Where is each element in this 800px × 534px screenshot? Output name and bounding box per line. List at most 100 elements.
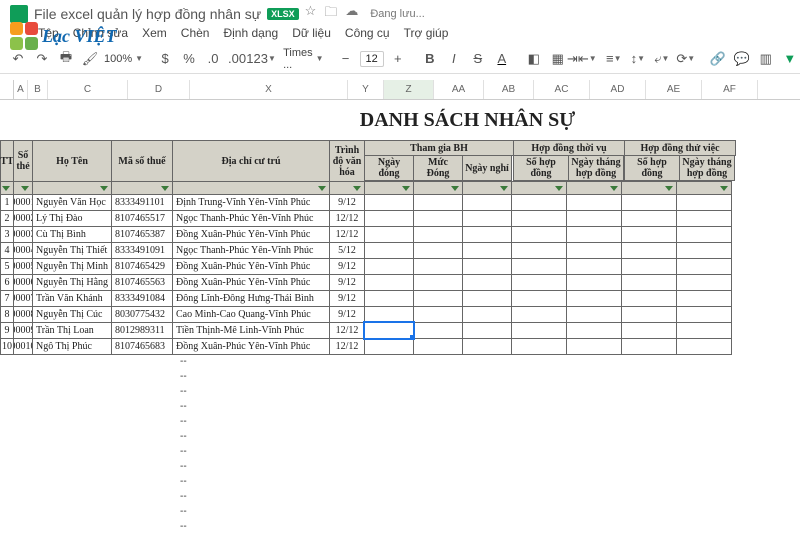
cell[interactable]: Ngô Thị Phúc (32, 338, 112, 355)
menu-help[interactable]: Trợ giúp (404, 26, 449, 40)
cell[interactable]: Trần Thị Loan (32, 322, 112, 339)
cell[interactable]: 8107465563 (111, 274, 173, 291)
filter-cell[interactable] (0, 181, 14, 195)
cell[interactable] (511, 338, 567, 355)
cell[interactable] (413, 194, 463, 211)
cell[interactable] (676, 322, 732, 339)
italic-icon[interactable]: I (444, 48, 464, 70)
text-color-icon[interactable]: A (492, 48, 512, 70)
fontsize-input[interactable]: 12 (360, 51, 384, 67)
cell[interactable] (413, 290, 463, 307)
cell[interactable]: 2 (0, 210, 14, 227)
star-icon[interactable]: ☆ (305, 3, 317, 25)
cell[interactable]: 8030775432 (111, 306, 173, 323)
cell[interactable]: 00002 (13, 210, 33, 227)
fontsize-inc[interactable]: + (388, 48, 408, 70)
filter-cell[interactable] (13, 181, 33, 195)
cell[interactable] (413, 274, 463, 291)
cell[interactable] (566, 258, 622, 275)
cell[interactable]: 8012989311 (111, 322, 173, 339)
rotate-icon[interactable]: ⟳▼ (676, 48, 696, 70)
print-icon[interactable]: 🖶 (56, 48, 76, 70)
decimal-inc-icon[interactable]: .00 (227, 48, 247, 70)
filter-cell[interactable] (111, 181, 173, 195)
menu-insert[interactable]: Chèn (181, 26, 210, 40)
cell[interactable] (511, 306, 567, 323)
more-formats-icon[interactable]: 123▼ (251, 48, 271, 70)
cell[interactable]: 00006 (13, 274, 33, 291)
menu-data[interactable]: Dữ liệu (292, 26, 331, 40)
cell[interactable]: 6 (0, 274, 14, 291)
cell[interactable] (364, 226, 414, 243)
empty-cell[interactable]: -- (176, 429, 334, 444)
cell[interactable] (676, 306, 732, 323)
cell[interactable] (413, 242, 463, 259)
cell[interactable] (462, 338, 512, 355)
empty-cell[interactable]: -- (176, 414, 334, 429)
cell[interactable]: 5/12 (329, 242, 365, 259)
cell[interactable]: 7 (0, 290, 14, 307)
chart-icon[interactable]: ▥ (756, 48, 776, 70)
cell[interactable]: 12/12 (329, 322, 365, 339)
cell[interactable] (462, 194, 512, 211)
cell[interactable] (566, 194, 622, 211)
cell[interactable] (413, 306, 463, 323)
cell[interactable]: Tiền Thịnh-Mê Linh-Vĩnh Phúc (172, 322, 330, 339)
cell[interactable] (566, 274, 622, 291)
sheets-app-icon[interactable] (10, 5, 28, 23)
cell[interactable]: Đồng Xuân-Phúc Yên-Vĩnh Phúc (172, 258, 330, 275)
cell[interactable] (676, 290, 732, 307)
cell[interactable] (621, 194, 677, 211)
filter-cell[interactable] (364, 181, 414, 195)
cell[interactable]: Nguyễn Thị Thiết (32, 242, 112, 259)
cell[interactable] (364, 322, 414, 339)
filter-icon[interactable]: ▼ (780, 48, 800, 70)
col-header[interactable]: AF (702, 80, 758, 99)
cell[interactable]: Lý Thị Đào (32, 210, 112, 227)
halign-icon[interactable]: ≡▼ (604, 48, 624, 70)
cell[interactable]: 3 (0, 226, 14, 243)
cell[interactable] (621, 242, 677, 259)
cell[interactable]: 10 (0, 338, 14, 355)
menu-view[interactable]: Xem (142, 26, 167, 40)
cell[interactable] (364, 194, 414, 211)
col-header[interactable]: X (190, 80, 348, 99)
fill-color-icon[interactable]: ◧ (524, 48, 544, 70)
cell[interactable]: 9/12 (329, 258, 365, 275)
undo-icon[interactable]: ↶ (8, 48, 28, 70)
cell[interactable] (511, 226, 567, 243)
cell[interactable] (621, 210, 677, 227)
zoom-select[interactable]: 100%▼ (104, 53, 143, 65)
empty-cell[interactable]: -- (176, 354, 334, 369)
strike-icon[interactable]: S (468, 48, 488, 70)
link-icon[interactable]: 🔗 (708, 48, 728, 70)
filter-cell[interactable] (566, 181, 622, 195)
merge-icon[interactable]: ⇥⇤▼ (572, 48, 592, 70)
cell[interactable]: 8333491084 (111, 290, 173, 307)
cell[interactable]: 12/12 (329, 226, 365, 243)
cell[interactable]: Nguyễn Thị Minh (32, 258, 112, 275)
cell[interactable]: Ngọc Thanh-Phúc Yên-Vĩnh Phúc (172, 210, 330, 227)
cell[interactable] (462, 226, 512, 243)
cell[interactable] (511, 242, 567, 259)
empty-cell[interactable]: -- (176, 399, 334, 414)
col-header[interactable]: A (14, 80, 28, 99)
cell[interactable] (364, 338, 414, 355)
filter-cell[interactable] (462, 181, 512, 195)
filter-cell[interactable] (676, 181, 732, 195)
valign-icon[interactable]: ↕▼ (628, 48, 648, 70)
cell[interactable]: 8107465429 (111, 258, 173, 275)
cell[interactable]: 9/12 (329, 194, 365, 211)
cell[interactable]: 00005 (13, 258, 33, 275)
cell[interactable]: Nguyễn Thị Hằng (32, 274, 112, 291)
cell[interactable] (462, 274, 512, 291)
cell[interactable]: Đồng Xuân-Phúc Yên-Vĩnh Phúc (172, 274, 330, 291)
cell[interactable] (621, 258, 677, 275)
filter-cell[interactable] (413, 181, 463, 195)
cell[interactable]: Đông Lĩnh-Đông Hưng-Thái Bình (172, 290, 330, 307)
cell[interactable]: 12/12 (329, 210, 365, 227)
col-header[interactable]: AB (484, 80, 534, 99)
cell[interactable]: 12/12 (329, 338, 365, 355)
empty-cell[interactable]: -- (176, 489, 334, 504)
cell[interactable] (676, 194, 732, 211)
